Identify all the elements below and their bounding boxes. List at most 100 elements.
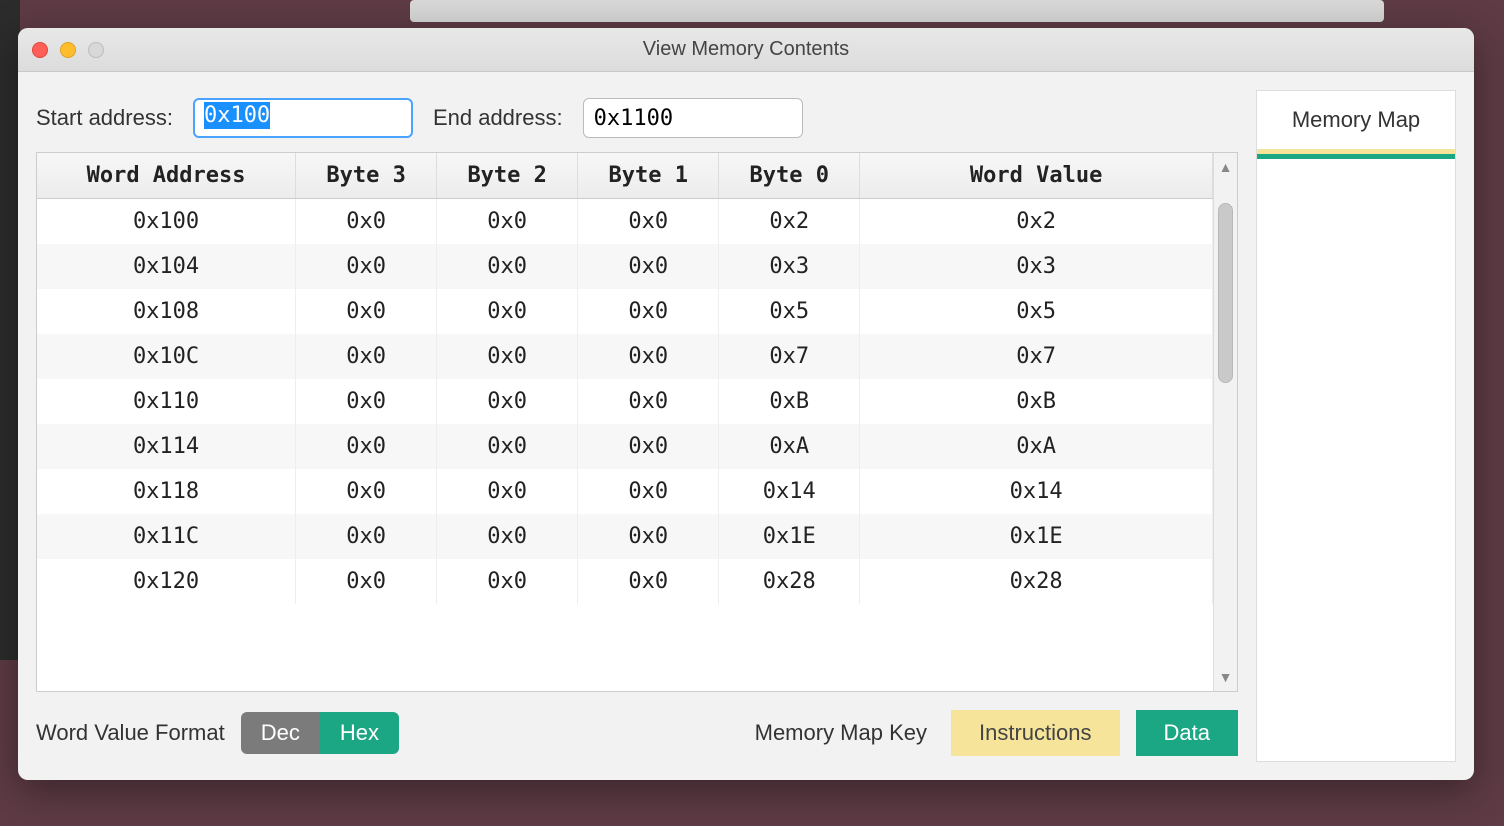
format-dec-button[interactable]: Dec xyxy=(241,712,320,754)
cell-b0: 0x7 xyxy=(719,334,860,379)
cell-addr: 0x104 xyxy=(37,244,296,289)
table-row[interactable]: 0x1100x00x00x00xB0xB xyxy=(37,379,1213,424)
cell-addr: 0x108 xyxy=(37,289,296,334)
scrollbar[interactable]: ▲ ▼ xyxy=(1213,153,1237,691)
window-controls xyxy=(18,42,104,58)
table-row[interactable]: 0x1080x00x00x00x50x5 xyxy=(37,289,1213,334)
col-byte3[interactable]: Byte 3 xyxy=(296,153,437,199)
cell-b1: 0x0 xyxy=(578,424,719,469)
background-editor xyxy=(0,0,20,660)
titlebar: View Memory Contents xyxy=(18,28,1474,72)
start-address-value: 0x100 xyxy=(204,102,270,129)
start-address-input[interactable]: 0x100 xyxy=(193,98,413,138)
cell-b1: 0x0 xyxy=(578,334,719,379)
cell-val: 0x14 xyxy=(860,469,1213,514)
memory-map-panel: Memory Map xyxy=(1256,90,1456,762)
cell-b2: 0x0 xyxy=(437,289,578,334)
cell-b1: 0x0 xyxy=(578,514,719,559)
close-icon[interactable] xyxy=(32,42,48,58)
start-address-label: Start address: xyxy=(36,105,173,131)
cell-b0: 0x5 xyxy=(719,289,860,334)
cell-val: 0x7 xyxy=(860,334,1213,379)
col-word-address[interactable]: Word Address xyxy=(37,153,296,199)
end-address-input[interactable] xyxy=(583,98,803,138)
cell-b3: 0x0 xyxy=(296,289,437,334)
cell-b3: 0x0 xyxy=(296,514,437,559)
cell-b2: 0x0 xyxy=(437,199,578,245)
col-word-value[interactable]: Word Value xyxy=(860,153,1213,199)
cell-b0: 0x2 xyxy=(719,199,860,245)
cell-b0: 0x3 xyxy=(719,244,860,289)
cell-addr: 0x120 xyxy=(37,559,296,604)
key-data-button[interactable]: Data xyxy=(1136,710,1238,756)
format-hex-button[interactable]: Hex xyxy=(320,712,399,754)
maximize-icon xyxy=(88,42,104,58)
cell-b3: 0x0 xyxy=(296,469,437,514)
cell-val: 0xB xyxy=(860,379,1213,424)
cell-b3: 0x0 xyxy=(296,244,437,289)
memory-map-data-bar xyxy=(1257,154,1455,159)
scroll-down-icon[interactable]: ▼ xyxy=(1214,669,1237,685)
cell-b2: 0x0 xyxy=(437,424,578,469)
key-instructions-button[interactable]: Instructions xyxy=(951,710,1120,756)
cell-val: 0xA xyxy=(860,424,1213,469)
cell-b1: 0x0 xyxy=(578,379,719,424)
cell-val: 0x28 xyxy=(860,559,1213,604)
memory-table: Word Address Byte 3 Byte 2 Byte 1 Byte 0… xyxy=(37,153,1213,604)
cell-b3: 0x0 xyxy=(296,199,437,245)
cell-b1: 0x0 xyxy=(578,289,719,334)
cell-b1: 0x0 xyxy=(578,469,719,514)
address-range-row: Start address: 0x100 End address: xyxy=(36,90,1238,152)
scroll-up-icon[interactable]: ▲ xyxy=(1214,159,1237,175)
cell-b1: 0x0 xyxy=(578,244,719,289)
table-row[interactable]: 0x1000x00x00x00x20x2 xyxy=(37,199,1213,245)
cell-addr: 0x114 xyxy=(37,424,296,469)
cell-b2: 0x0 xyxy=(437,379,578,424)
cell-b0: 0x14 xyxy=(719,469,860,514)
cell-addr: 0x11C xyxy=(37,514,296,559)
cell-b2: 0x0 xyxy=(437,334,578,379)
cell-b2: 0x0 xyxy=(437,514,578,559)
cell-val: 0x3 xyxy=(860,244,1213,289)
col-byte2[interactable]: Byte 2 xyxy=(437,153,578,199)
cell-val: 0x2 xyxy=(860,199,1213,245)
col-byte1[interactable]: Byte 1 xyxy=(578,153,719,199)
cell-addr: 0x118 xyxy=(37,469,296,514)
cell-addr: 0x100 xyxy=(37,199,296,245)
cell-addr: 0x10C xyxy=(37,334,296,379)
cell-b3: 0x0 xyxy=(296,379,437,424)
cell-b3: 0x0 xyxy=(296,334,437,379)
table-row[interactable]: 0x11C0x00x00x00x1E0x1E xyxy=(37,514,1213,559)
cell-b0: 0xB xyxy=(719,379,860,424)
cell-val: 0x5 xyxy=(860,289,1213,334)
cell-b1: 0x0 xyxy=(578,559,719,604)
memory-view-dialog: View Memory Contents Start address: 0x10… xyxy=(18,28,1474,780)
window-title: View Memory Contents xyxy=(18,38,1474,61)
footer-controls: Word Value Format Dec Hex Memory Map Key… xyxy=(36,692,1238,762)
word-value-format-label: Word Value Format xyxy=(36,720,225,746)
cell-b0: 0xA xyxy=(719,424,860,469)
cell-b3: 0x0 xyxy=(296,559,437,604)
minimize-icon[interactable] xyxy=(60,42,76,58)
table-row[interactable]: 0x1180x00x00x00x140x14 xyxy=(37,469,1213,514)
table-row[interactable]: 0x1200x00x00x00x280x28 xyxy=(37,559,1213,604)
cell-addr: 0x110 xyxy=(37,379,296,424)
cell-val: 0x1E xyxy=(860,514,1213,559)
cell-b0: 0x28 xyxy=(719,559,860,604)
cell-b1: 0x0 xyxy=(578,199,719,245)
background-bar xyxy=(410,0,1384,22)
end-address-label: End address: xyxy=(433,105,563,131)
table-row[interactable]: 0x10C0x00x00x00x70x7 xyxy=(37,334,1213,379)
col-byte0[interactable]: Byte 0 xyxy=(719,153,860,199)
format-toggle: Dec Hex xyxy=(241,712,399,754)
cell-b2: 0x0 xyxy=(437,469,578,514)
cell-b0: 0x1E xyxy=(719,514,860,559)
cell-b2: 0x0 xyxy=(437,559,578,604)
memory-table-container: Word Address Byte 3 Byte 2 Byte 1 Byte 0… xyxy=(36,152,1238,692)
memory-map-title: Memory Map xyxy=(1257,91,1455,149)
memory-map-key-label: Memory Map Key xyxy=(755,720,927,746)
cell-b2: 0x0 xyxy=(437,244,578,289)
table-row[interactable]: 0x1040x00x00x00x30x3 xyxy=(37,244,1213,289)
table-row[interactable]: 0x1140x00x00x00xA0xA xyxy=(37,424,1213,469)
scrollbar-thumb[interactable] xyxy=(1218,203,1233,383)
